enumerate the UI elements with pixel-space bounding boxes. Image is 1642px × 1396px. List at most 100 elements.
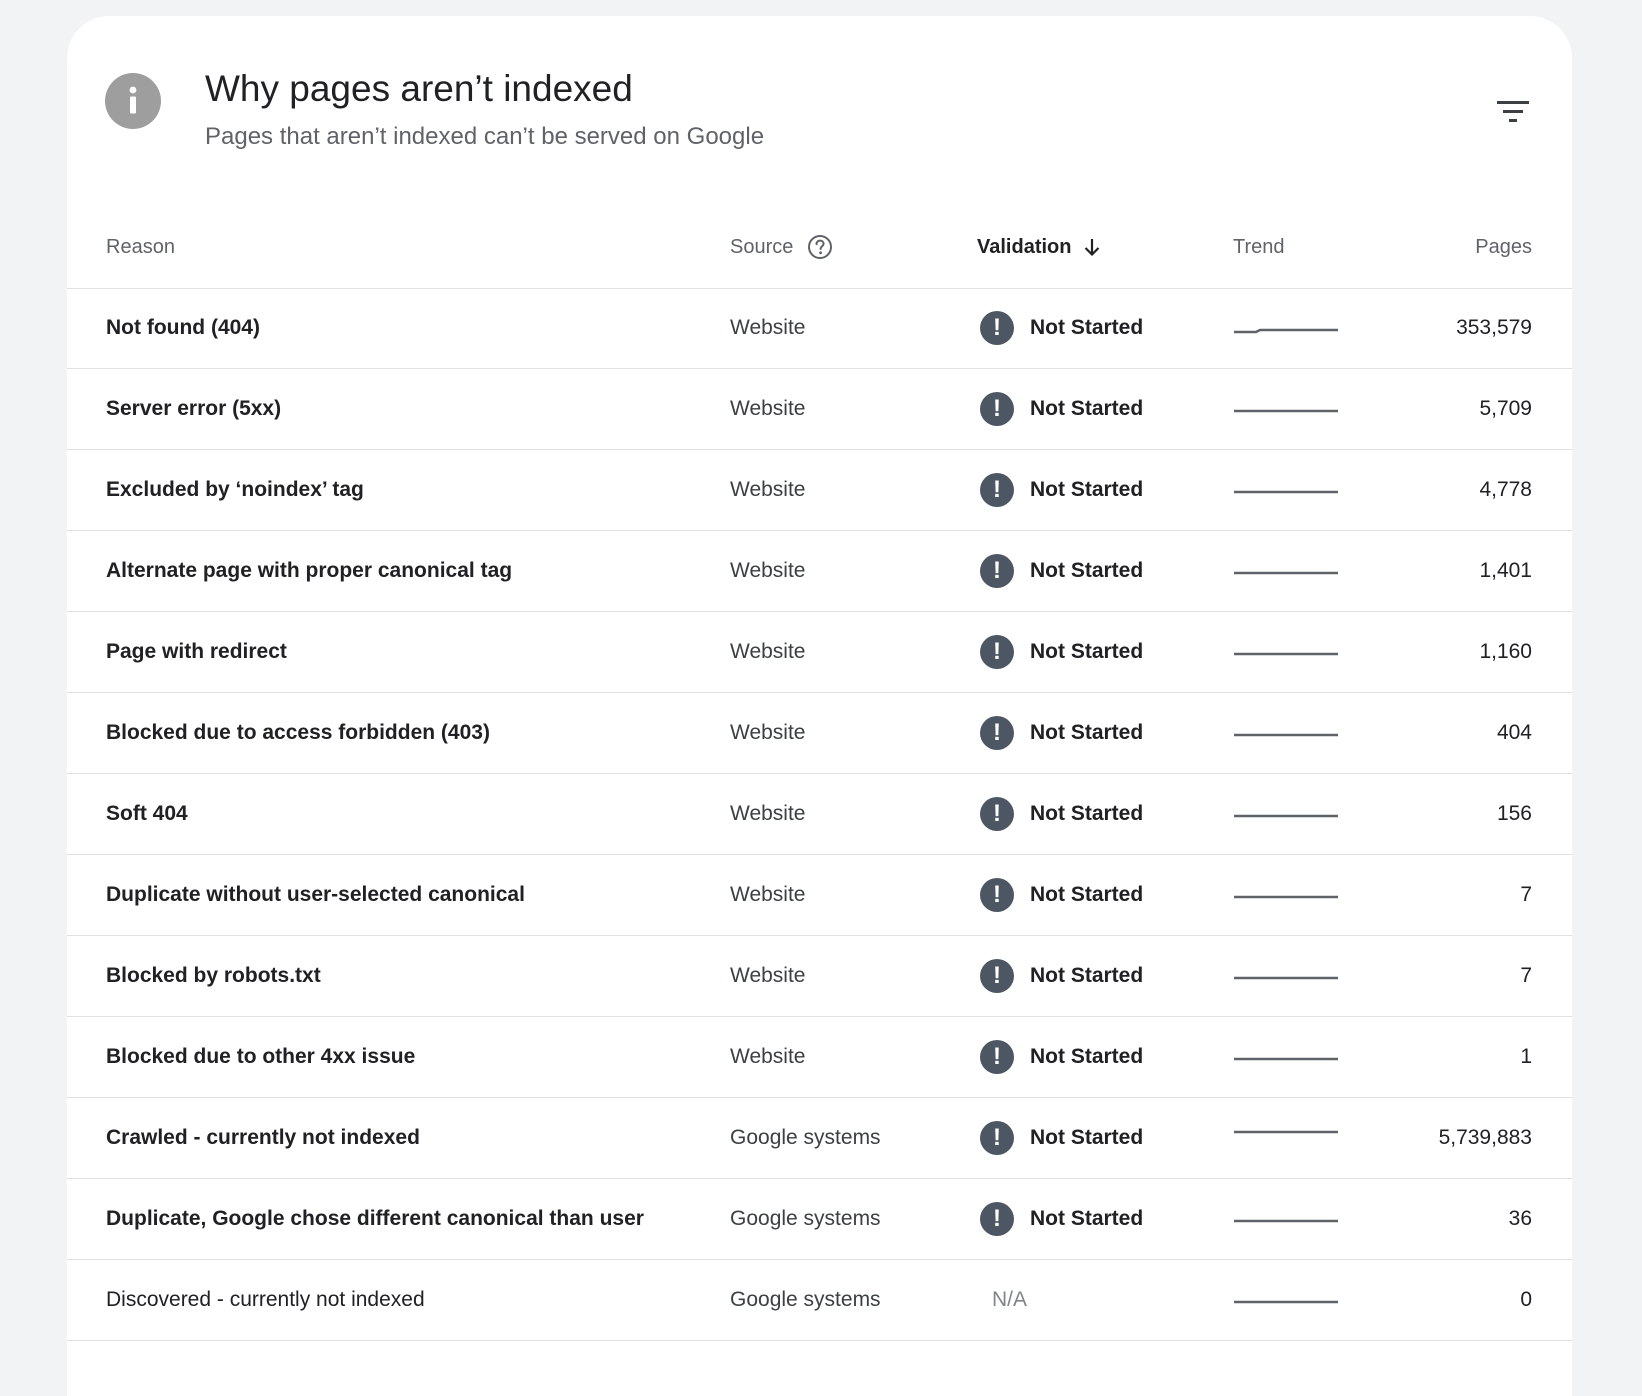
page-title: Why pages aren’t indexed [205, 68, 633, 109]
exclamation-icon: ! [980, 392, 1014, 426]
table-row[interactable]: Duplicate, Google chose different canoni… [67, 1179, 1572, 1260]
validation-status: Not Started [1030, 1045, 1144, 1068]
row-reason: Page with redirect [106, 640, 287, 663]
info-icon [105, 73, 161, 129]
trend-sparkline [1234, 814, 1338, 818]
column-header-validation-label: Validation [977, 235, 1072, 258]
row-source: Website [730, 802, 806, 825]
trend-sparkline [1234, 895, 1338, 899]
row-trend [1232, 936, 1340, 1016]
validation-status: N/A [992, 1288, 1028, 1311]
table-row[interactable]: Not found (404) Website! Not Started 353,57… [67, 288, 1572, 369]
validation-status: Not Started [1030, 397, 1144, 420]
table-row[interactable]: Soft 404 Website! Not Started 156 [67, 774, 1572, 855]
trend-sparkline [1234, 1130, 1338, 1134]
trend-sparkline [1234, 733, 1338, 737]
table-row[interactable]: Excluded by ‘noindex’ tag Website! Not Sta… [67, 450, 1572, 531]
validation-status: Not Started [1030, 640, 1144, 663]
arrow-down-icon [1083, 237, 1101, 257]
trend-sparkline [1234, 571, 1338, 575]
row-validation: ! Not Started [980, 774, 1143, 854]
row-trend [1232, 369, 1340, 449]
row-source: Website [730, 397, 806, 420]
row-trend [1232, 774, 1340, 854]
table-row[interactable]: Blocked by robots.txt Website! Not Started… [67, 936, 1572, 1017]
trend-sparkline [1234, 1219, 1338, 1223]
row-reason: Excluded by ‘noindex’ tag [106, 478, 364, 501]
column-header-source[interactable]: Source [730, 206, 833, 288]
row-pages: 4,778 [1479, 478, 1532, 501]
row-reason: Duplicate without user-selected canonica… [106, 883, 525, 906]
row-reason: Discovered - currently not indexed [106, 1288, 425, 1311]
trend-sparkline [1234, 328, 1338, 334]
row-reason: Alternate page with proper canonical tag [106, 559, 513, 582]
row-trend [1232, 693, 1340, 773]
row-trend [1232, 1017, 1340, 1097]
row-source: Website [730, 964, 806, 987]
row-reason: Blocked due to access forbidden (403) [106, 721, 490, 744]
row-pages: 1,401 [1479, 559, 1532, 582]
exclamation-icon: ! [980, 635, 1014, 669]
row-pages: 0 [1520, 1288, 1532, 1311]
row-source: Google systems [730, 1207, 881, 1230]
column-header-reason-label: Reason [106, 235, 175, 258]
column-header-validation[interactable]: Validation [977, 206, 1101, 288]
filter-icon [1497, 101, 1529, 122]
row-source: Website [730, 1045, 806, 1068]
trend-sparkline [1234, 490, 1338, 494]
row-trend [1232, 1260, 1340, 1340]
row-source: Website [730, 721, 806, 744]
validation-status: Not Started [1030, 1207, 1144, 1230]
row-source: Website [730, 640, 806, 663]
page-subtitle: Pages that aren’t indexed can’t be serve… [205, 123, 765, 150]
column-header-reason[interactable]: Reason [106, 206, 175, 288]
exclamation-icon: ! [980, 797, 1014, 831]
row-trend [1232, 1098, 1340, 1178]
table-row[interactable]: Blocked due to other 4xx issue Website! No… [67, 1017, 1572, 1098]
row-pages: 1 [1520, 1045, 1532, 1068]
row-reason: Soft 404 [106, 802, 188, 825]
row-pages: 353,579 [1456, 316, 1532, 339]
filter-button[interactable] [1487, 86, 1539, 138]
row-pages: 36 [1508, 1207, 1532, 1230]
row-source: Google systems [730, 1288, 881, 1311]
info-glyph [129, 86, 137, 114]
trend-sparkline [1234, 1057, 1338, 1061]
table-row[interactable]: Blocked due to access forbidden (403) Web… [67, 693, 1572, 774]
row-reason: Server error (5xx) [106, 397, 282, 420]
row-source: Website [730, 478, 806, 501]
table-row[interactable]: Crawled - currently not indexed Google sy… [67, 1098, 1572, 1179]
row-reason: Duplicate, Google chose different canoni… [106, 1207, 644, 1230]
table-row[interactable]: Duplicate without user-selected canonica… [67, 855, 1572, 936]
table-row[interactable]: Discovered - currently not indexed Google… [67, 1260, 1572, 1341]
help-glyph [808, 235, 833, 259]
exclamation-icon: ! [980, 716, 1014, 750]
exclamation-icon: ! [980, 959, 1014, 993]
row-reason: Blocked by robots.txt [106, 964, 321, 987]
row-validation: ! Not Started [980, 855, 1143, 935]
column-header-source-label: Source [730, 235, 794, 258]
row-trend [1232, 288, 1340, 368]
table-row[interactable]: Alternate page with proper canonical tag… [67, 531, 1572, 612]
row-trend [1232, 1179, 1340, 1259]
issues-table-body: Not found (404) Website! Not Started 353,57… [67, 288, 1572, 1341]
validation-status: Not Started [1030, 721, 1144, 744]
row-pages: 7 [1520, 883, 1532, 906]
column-header-pages-label: Pages [1475, 235, 1532, 258]
card-header: Why pages aren’t indexed Pages that aren… [67, 16, 1572, 206]
exclamation-icon: ! [980, 554, 1014, 588]
table-row[interactable]: Server error (5xx) Website! Not Started 5,7… [67, 369, 1572, 450]
row-validation: ! Not Started [980, 1179, 1143, 1259]
trend-sparkline [1234, 409, 1338, 413]
indexing-card: Why pages aren’t indexed Pages that aren… [67, 16, 1572, 1396]
column-header-trend: Trend [1233, 206, 1285, 288]
help-icon[interactable] [807, 234, 833, 260]
trend-sparkline [1234, 652, 1338, 656]
trend-sparkline [1234, 976, 1338, 980]
row-validation: ! Not Started [980, 1098, 1143, 1178]
row-source: Website [730, 559, 806, 582]
row-pages: 404 [1496, 721, 1532, 744]
column-header-pages[interactable]: Pages [1475, 206, 1532, 288]
trend-sparkline [1234, 1300, 1338, 1304]
table-row[interactable]: Page with redirect Website! Not Started 1,1… [67, 612, 1572, 693]
